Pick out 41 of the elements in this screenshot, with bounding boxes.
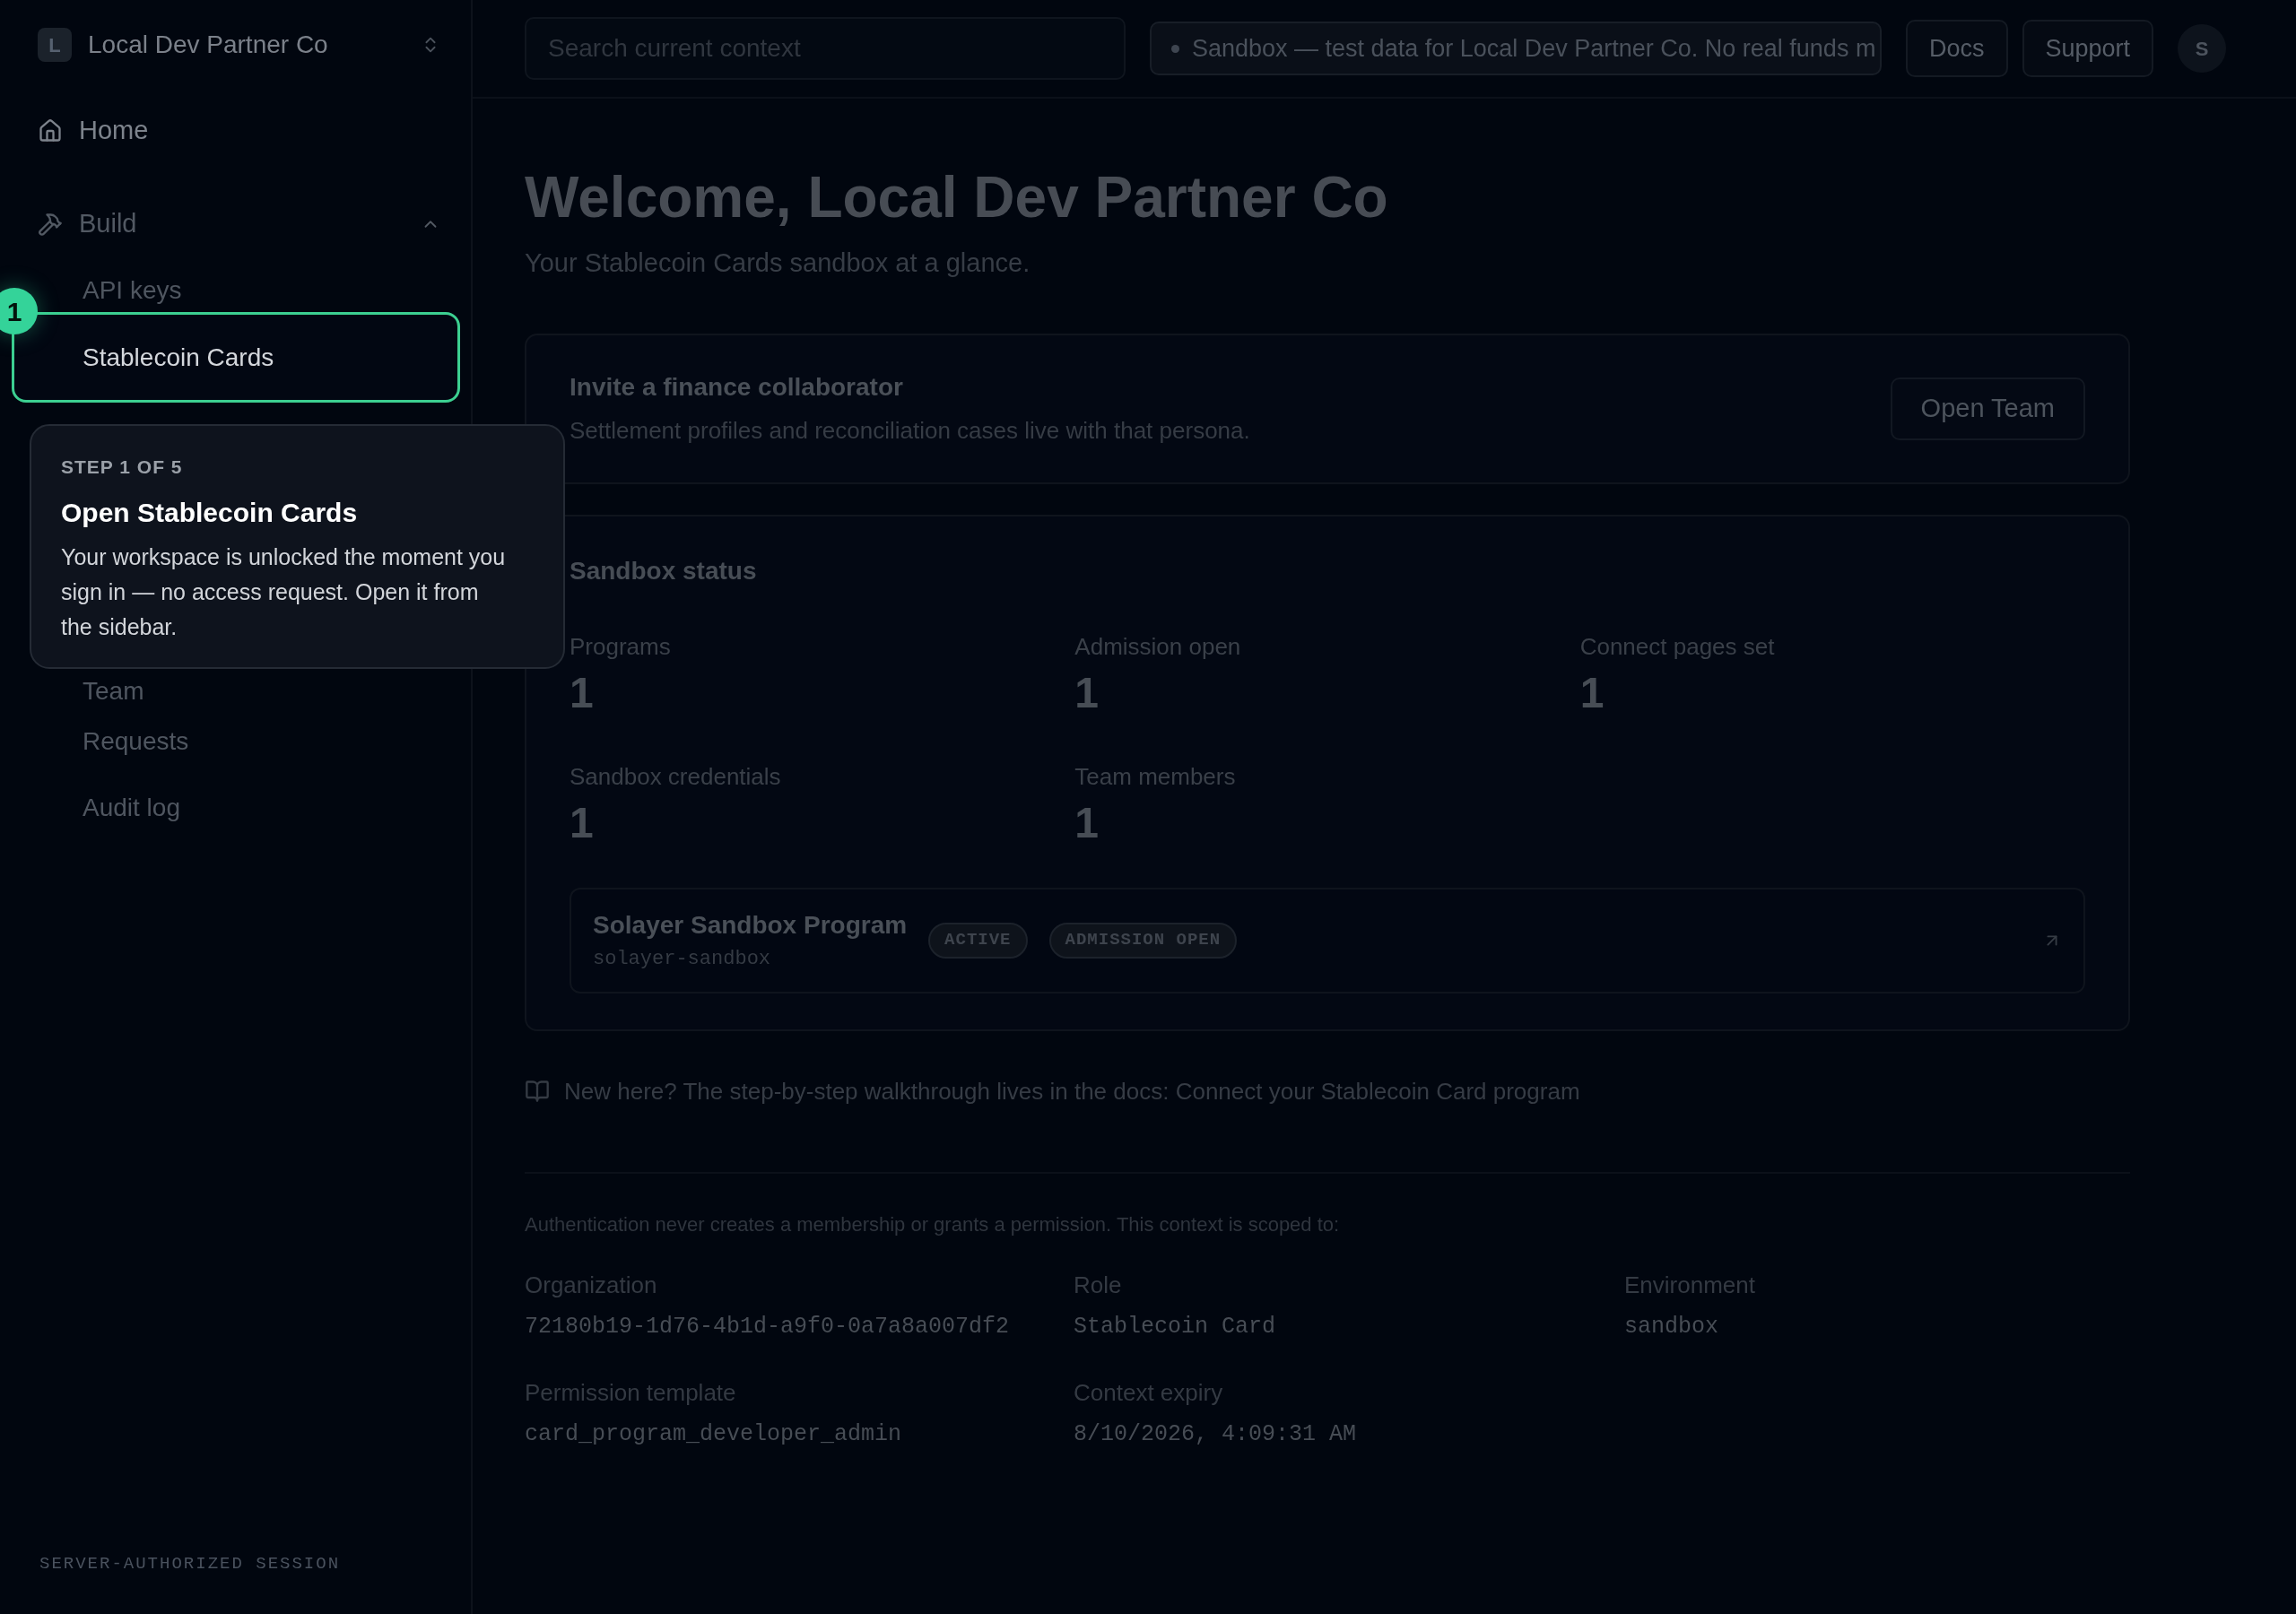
hammer-icon	[38, 212, 63, 237]
stat-label: Admission open	[1074, 631, 1242, 662]
nav-link[interactable]: Home	[0, 109, 471, 152]
sidebar-item[interactable]: API keys	[83, 269, 182, 312]
status-title: Sandbox status	[570, 555, 758, 586]
notice-text: Sandbox — test data for Local Dev Partner Co. No real funds m	[1192, 33, 1876, 64]
field-value: card_program_developer_admin	[525, 1420, 903, 1449]
step-label: STEP 1 OF 5	[61, 456, 184, 479]
stat-label: Programs	[570, 631, 672, 662]
book-icon	[525, 1079, 550, 1104]
open-team-button[interactable]: Open Team	[1890, 377, 2085, 440]
home-icon	[38, 118, 63, 143]
page-title: Welcome, Local Dev Partner Co	[525, 165, 1389, 230]
stat-value: 1	[570, 667, 595, 718]
sidebar-item[interactable]: Team	[83, 670, 144, 713]
step-badge: 1	[0, 288, 38, 334]
stat-value: 1	[1074, 797, 1100, 848]
header-button[interactable]: Support	[2022, 20, 2154, 77]
stat-label: Connect pages set	[1579, 631, 1776, 662]
stat-label: Sandbox credentials	[570, 761, 782, 792]
org-switcher[interactable]: L Local Dev Partner Co	[0, 27, 471, 63]
popover-text: Your workspace is unlocked the moment you sign in — no access request. Open it from the sidebar.	[61, 542, 507, 641]
sidebar-item[interactable]: Audit log	[83, 786, 180, 829]
user-avatar[interactable]: S	[2178, 24, 2227, 73]
field-value: 8/10/2026, 4:09:31 AM	[1074, 1420, 1358, 1449]
org-name: Local Dev Partner Co	[88, 30, 329, 60]
stat-value: 1	[570, 797, 595, 848]
org-avatar: L	[38, 28, 72, 62]
session-label: SERVER-AUTHORIZED SESSION	[39, 1552, 342, 1575]
field-value: 72180b19-1d76-4b1d-a9f0-0a7a8a007df2	[525, 1312, 1011, 1341]
stat-value: 1	[1579, 667, 1605, 718]
stat-label: Team members	[1074, 761, 1237, 792]
header-button[interactable]: Docs	[1906, 20, 2008, 77]
sidebar-item[interactable]: Requests	[83, 720, 189, 763]
nav-group-header[interactable]: Build	[0, 203, 471, 246]
stat-value: 1	[1074, 667, 1100, 718]
invite-title: Invite a finance collaborator	[570, 372, 904, 403]
program-name: Solayer Sandbox Program	[593, 910, 908, 941]
field-value: Stablecoin Card	[1074, 1312, 1277, 1341]
popover-title: Open Stablecoin Cards	[61, 496, 359, 529]
field-value: sandbox	[1624, 1312, 1720, 1341]
